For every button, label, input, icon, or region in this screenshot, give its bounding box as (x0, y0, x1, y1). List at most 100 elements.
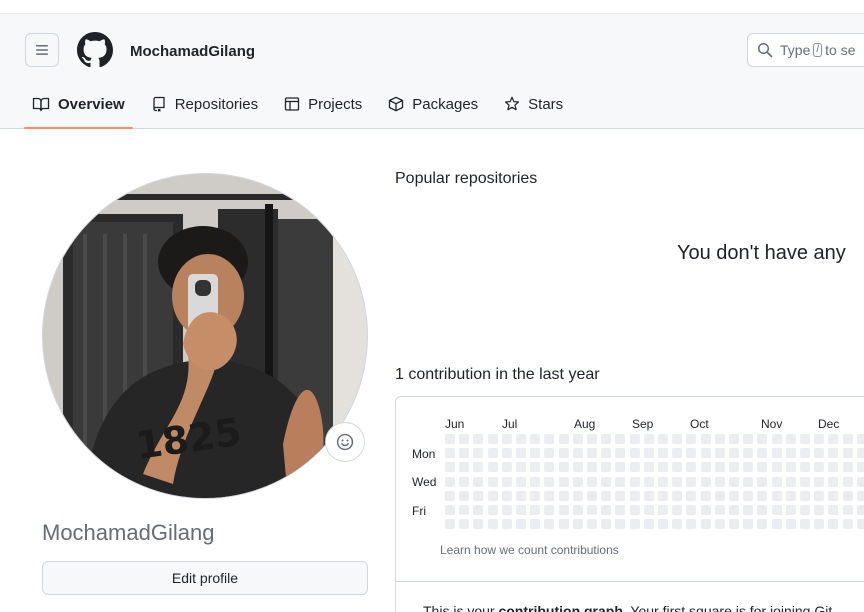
contribution-cell[interactable] (629, 476, 640, 487)
contribution-cell[interactable] (473, 519, 484, 530)
contribution-cell[interactable] (757, 490, 768, 501)
contribution-cell[interactable] (743, 462, 754, 473)
contribution-cell[interactable] (459, 448, 470, 459)
contribution-cell[interactable] (814, 476, 825, 487)
contribution-cell[interactable] (686, 505, 697, 515)
contribution-cell[interactable] (856, 505, 864, 515)
tab-stars[interactable]: Stars (496, 86, 571, 122)
contribution-cell[interactable] (842, 434, 853, 444)
contribution-cell[interactable] (785, 434, 796, 444)
contribution-cell[interactable] (785, 519, 796, 530)
contribution-cell[interactable] (700, 519, 711, 530)
contribution-cell[interactable] (757, 519, 768, 530)
menu-button[interactable] (25, 33, 59, 67)
contribution-cell[interactable] (530, 490, 541, 501)
contribution-cell[interactable] (729, 476, 739, 487)
contribution-cell[interactable] (714, 476, 725, 487)
contribution-cell[interactable] (445, 434, 455, 444)
contribution-cell[interactable] (856, 490, 864, 501)
contribution-cell[interactable] (800, 505, 810, 515)
contribution-cell[interactable] (729, 434, 739, 444)
contribution-cell[interactable] (487, 476, 498, 487)
contribution-cell[interactable] (572, 434, 583, 444)
contribution-cell[interactable] (743, 519, 754, 530)
contribution-cell[interactable] (700, 448, 711, 459)
contribution-cell[interactable] (771, 505, 782, 515)
contribution-cell[interactable] (558, 490, 569, 501)
contribution-cell[interactable] (530, 462, 541, 473)
contribution-cell[interactable] (572, 448, 583, 459)
contribution-cell[interactable] (572, 505, 583, 515)
contribution-cell[interactable] (629, 434, 640, 444)
contribution-cell[interactable] (757, 505, 768, 515)
contribution-cell[interactable] (501, 448, 512, 459)
contribution-cell[interactable] (757, 462, 768, 473)
contribution-cell[interactable] (487, 505, 498, 515)
contribution-cell[interactable] (587, 434, 597, 444)
contribution-cell[interactable] (757, 448, 768, 459)
contribution-cell[interactable] (672, 434, 683, 444)
contribution-cell[interactable] (658, 519, 668, 530)
contribution-cell[interactable] (544, 476, 555, 487)
contribution-cell[interactable] (615, 462, 626, 473)
contribution-cell[interactable] (544, 490, 555, 501)
contribution-cell[interactable] (729, 448, 739, 459)
contribution-cell[interactable] (587, 490, 597, 501)
contribution-cell[interactable] (686, 434, 697, 444)
contribution-cell[interactable] (629, 505, 640, 515)
contribution-cell[interactable] (743, 476, 754, 487)
contribution-cell[interactable] (800, 434, 810, 444)
contribution-cell[interactable] (686, 448, 697, 459)
contribution-cell[interactable] (856, 462, 864, 473)
contribution-cell[interactable] (757, 476, 768, 487)
contribution-cell[interactable] (828, 519, 839, 530)
contribution-cell[interactable] (800, 462, 810, 473)
contribution-cell[interactable] (771, 519, 782, 530)
contribution-cell[interactable] (544, 462, 555, 473)
contribution-cell[interactable] (785, 476, 796, 487)
contribution-cell[interactable] (601, 448, 612, 459)
contribution-cell[interactable] (785, 505, 796, 515)
contribution-cell[interactable] (544, 505, 555, 515)
contribution-cell[interactable] (842, 490, 853, 501)
contribution-cell[interactable] (445, 505, 455, 515)
contribution-cell[interactable] (459, 434, 470, 444)
contribution-cell[interactable] (601, 505, 612, 515)
contribution-cell[interactable] (544, 519, 555, 530)
contribution-cell[interactable] (530, 476, 541, 487)
contribution-cell[interactable] (501, 505, 512, 515)
contribution-cell[interactable] (714, 448, 725, 459)
contribution-cell[interactable] (800, 490, 810, 501)
contribution-cell[interactable] (714, 490, 725, 501)
search-input[interactable]: Type / to se (747, 33, 864, 67)
contribution-cell[interactable] (558, 505, 569, 515)
contribution-cell[interactable] (643, 434, 654, 444)
contribution-cell[interactable] (672, 490, 683, 501)
contribution-cell[interactable] (487, 434, 498, 444)
contribution-cell[interactable] (473, 490, 484, 501)
contribution-cell[interactable] (587, 519, 597, 530)
contribution-cell[interactable] (658, 434, 668, 444)
contribution-cell[interactable] (501, 476, 512, 487)
contribution-cell[interactable] (459, 519, 470, 530)
contribution-cell[interactable] (643, 519, 654, 530)
contribution-cell[interactable] (842, 448, 853, 459)
contribution-cell[interactable] (729, 519, 739, 530)
contribution-cell[interactable] (445, 490, 455, 501)
contribution-cell[interactable] (672, 505, 683, 515)
contribution-cell[interactable] (629, 462, 640, 473)
contribution-cell[interactable] (814, 505, 825, 515)
contribution-cell[interactable] (615, 434, 626, 444)
tab-projects[interactable]: Projects (276, 86, 370, 122)
contribution-cell[interactable] (459, 505, 470, 515)
contribution-cell[interactable] (516, 505, 526, 515)
contribution-cell[interactable] (601, 476, 612, 487)
contribution-cell[interactable] (743, 434, 754, 444)
contribution-cell[interactable] (771, 462, 782, 473)
contribution-cell[interactable] (445, 448, 455, 459)
avatar[interactable]: 1825 (42, 173, 368, 499)
contribution-cell[interactable] (473, 505, 484, 515)
contribution-cell[interactable] (814, 448, 825, 459)
contribution-cell[interactable] (842, 519, 853, 530)
contribution-cell[interactable] (672, 462, 683, 473)
